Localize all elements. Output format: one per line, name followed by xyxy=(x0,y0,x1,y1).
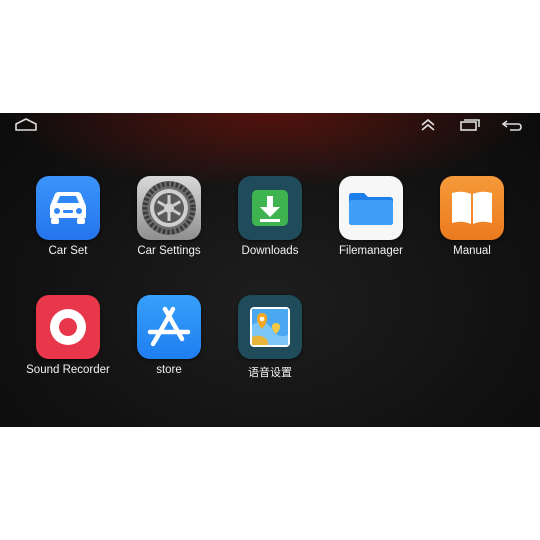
app-filemanager[interactable]: Filemanager xyxy=(326,176,416,257)
launcher-screen: Car Set Car Settings Downloads Filemanag… xyxy=(0,113,540,427)
app-label: Manual xyxy=(453,245,491,257)
app-label: 语音设置 xyxy=(248,366,292,379)
app-car-set[interactable]: Car Set xyxy=(23,176,113,257)
folder-icon xyxy=(339,176,403,240)
book-icon xyxy=(440,176,504,240)
app-car-settings[interactable]: Car Settings xyxy=(124,176,214,257)
app-label: Car Settings xyxy=(137,245,201,257)
recent-apps-icon[interactable] xyxy=(456,115,484,135)
app-voice-settings[interactable]: 语音设置 xyxy=(225,295,315,380)
gear-icon xyxy=(137,176,201,240)
app-label: Sound Recorder xyxy=(26,364,110,376)
app-sound-recorder[interactable]: Sound Recorder xyxy=(23,295,113,376)
app-label: Car Set xyxy=(48,245,88,257)
app-label: store xyxy=(156,364,182,376)
voice-map-icon xyxy=(238,295,302,359)
app-label: Downloads xyxy=(241,245,299,257)
car-icon xyxy=(36,176,100,240)
expand-up-icon[interactable] xyxy=(414,115,442,135)
back-icon[interactable] xyxy=(498,115,526,135)
record-icon xyxy=(36,295,100,359)
app-label: Filemanager xyxy=(339,245,403,257)
navigation-bar xyxy=(0,113,540,137)
home-icon[interactable] xyxy=(12,115,40,135)
download-icon xyxy=(238,176,302,240)
app-store[interactable]: store xyxy=(124,295,214,376)
app-manual[interactable]: Manual xyxy=(427,176,517,257)
app-store-icon xyxy=(137,295,201,359)
app-downloads[interactable]: Downloads xyxy=(225,176,315,257)
